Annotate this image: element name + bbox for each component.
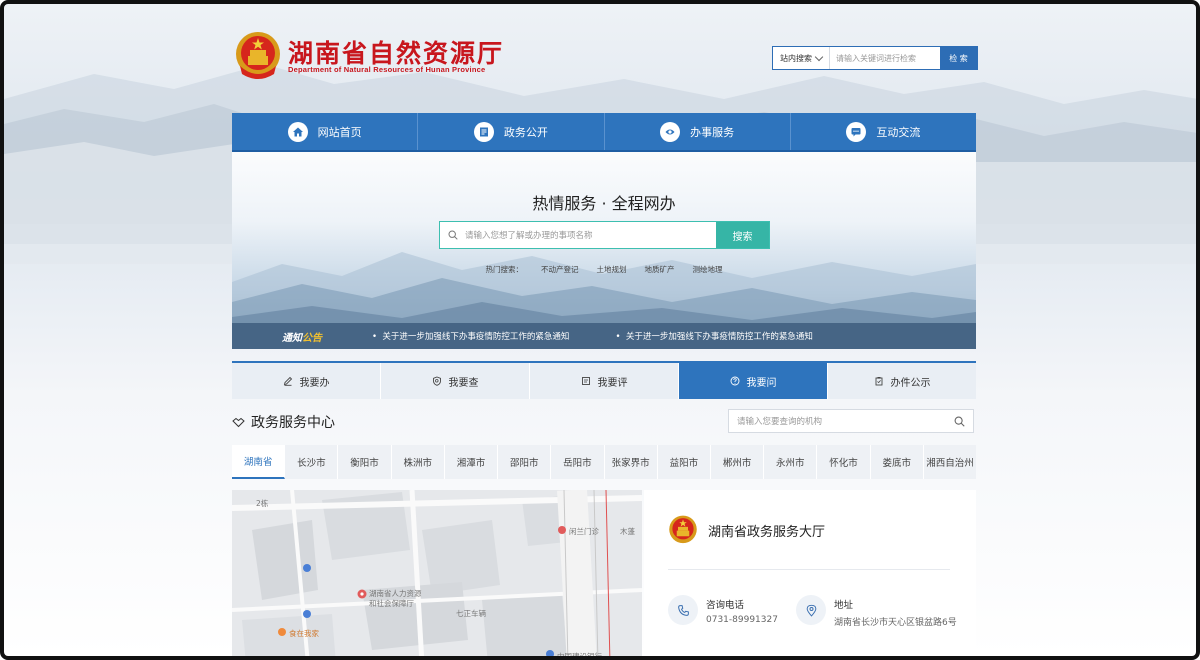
nav-item-label: 网站首页 (317, 125, 362, 139)
hero-search-placeholder: 请输入您想了解或办理的事项名称 (465, 231, 593, 241)
location-pin-icon (796, 595, 826, 625)
hero-search: 请输入您想了解或办理的事项名称 搜索 (439, 221, 770, 249)
chevron-down-icon (814, 52, 824, 61)
tab-handle[interactable]: 我要办 (232, 363, 381, 399)
nav-item-label: 政务公开 (503, 125, 548, 139)
site-search: 站内搜索 请输入关键词进行检索 检 索 (772, 46, 978, 70)
city-tab[interactable]: 衡阳市 (338, 445, 392, 479)
hot-search: 热门搜索： 不动产登记 土地规划 地质矿产 测绘地理 (232, 264, 976, 275)
map-poi-label: 七正车辆 (456, 609, 486, 618)
institution-search-input[interactable]: 请输入您要查询的机构 (728, 409, 974, 433)
map-poi-label: 中国建设银行 (557, 652, 602, 660)
nav-item-label: 办事服务 (690, 125, 735, 139)
address-label: 地址 (834, 600, 854, 611)
hall-name: 湖南省政务服务大厅 (708, 525, 826, 540)
clipboard-icon (875, 377, 882, 386)
hero-mountains (232, 252, 976, 349)
city-tab[interactable]: 怀化市 (817, 445, 871, 479)
city-tab[interactable]: 张家界市 (605, 445, 658, 479)
service-hall-card: 湖南省政务服务大厅 咨询电话 0731-89991327 地址 湖南省长沙市天心… (644, 490, 976, 656)
question-icon (730, 376, 739, 386)
city-tab[interactable]: 株洲市 (392, 445, 445, 479)
phone-value: 0731-89991327 (706, 615, 778, 625)
notice-item[interactable]: • 关于进一步加强线下办事疫情防控工作的紧急通知 (372, 330, 569, 342)
national-emblem-logo (236, 32, 280, 79)
hero-banner: 热情服务 · 全程网办 请输入您想了解或办理的事项名称 搜索 热门搜索： 不动产… (232, 152, 976, 349)
search-icon (448, 230, 458, 240)
map-poi-label: 闲兰门诊 (569, 527, 599, 536)
hot-search-link[interactable]: 地质矿产 (645, 264, 675, 275)
search-scope-label: 站内搜索 (780, 53, 812, 63)
site-subtitle: Department of Natural Resources of Hunan… (288, 65, 486, 74)
nav-item-gov-affairs[interactable]: 政务公开 (418, 113, 605, 150)
notice-label: 通知公告 (282, 332, 322, 344)
city-tab[interactable]: 湘潭市 (445, 445, 499, 479)
map-poi-label: 木蓬 (620, 527, 635, 536)
city-tabs: 湖南省 长沙市 衡阳市 株洲市 湘潭市 邵阳市 岳阳市 张家界市 益阳市 郴州市… (232, 445, 976, 479)
city-tab[interactable]: 益阳市 (658, 445, 711, 479)
document-icon (473, 121, 494, 142)
nav-item-interaction[interactable]: 互动交流 (791, 113, 976, 150)
notice-bar: 通知公告 • 关于进一步加强线下办事疫情防控工作的紧急通知 • 关于进一步加强线… (232, 323, 976, 349)
chat-icon (846, 121, 867, 142)
hot-search-link[interactable]: 土地规划 (597, 264, 627, 275)
nav-item-home[interactable]: 网站首页 (232, 113, 419, 150)
center-title: 政务服务中心 (232, 412, 335, 432)
service-tabs: 我要办 我要查 我要评 我要问 办件公示 (232, 361, 976, 399)
hero-search-button[interactable]: 搜索 (716, 222, 769, 248)
tab-query[interactable]: 我要查 (381, 363, 530, 399)
handshake-icon (232, 417, 245, 427)
hot-search-link[interactable]: 测绘地理 (693, 264, 723, 275)
hot-search-label: 热门搜索： (485, 265, 524, 274)
nav-item-services[interactable]: 办事服务 (605, 113, 791, 150)
hero-title: 热情服务 · 全程网办 (532, 194, 676, 213)
review-icon (581, 377, 590, 385)
tab-review[interactable]: 我要评 (530, 363, 679, 399)
hall-address: 地址 湖南省长沙市天心区银盆路6号 (796, 595, 957, 628)
phone-label: 咨询电话 (706, 600, 745, 611)
map-poi-label: 2栋 (256, 499, 269, 508)
city-tab[interactable]: 岳阳市 (551, 445, 605, 479)
pen-icon (283, 376, 292, 386)
city-tab[interactable]: 郴州市 (711, 445, 765, 479)
main-nav: 网站首页 政务公开 办事服务 互动交流 (232, 113, 976, 152)
tab-publicity[interactable]: 办件公示 (828, 363, 976, 399)
browser-frame: 湖南省自然资源厅 Department of Natural Resources… (0, 0, 1200, 660)
hot-search-link[interactable]: 不动产登记 (541, 264, 579, 275)
city-tab[interactable]: 邵阳市 (498, 445, 552, 479)
nav-item-label: 互动交流 (876, 125, 921, 139)
divider (668, 569, 950, 570)
search-icon[interactable] (954, 416, 965, 427)
home-icon (287, 121, 308, 142)
city-tab[interactable]: 长沙市 (285, 445, 339, 479)
city-tab[interactable]: 娄底市 (871, 445, 924, 479)
city-tab[interactable]: 湖南省 (232, 445, 286, 479)
hall-phone: 咨询电话 0731-89991327 (668, 595, 778, 625)
hero-search-input[interactable]: 请输入您想了解或办理的事项名称 (440, 222, 716, 248)
city-tab[interactable]: 湘西自治州 (924, 445, 976, 479)
tab-ask[interactable]: 我要问 (679, 363, 828, 399)
shield-search-icon (432, 376, 441, 386)
notice-item[interactable]: • 关于进一步加强线下办事疫情防控工作的紧急通知 (615, 330, 812, 342)
search-scope-select[interactable]: 站内搜索 (773, 47, 830, 69)
site-search-button[interactable]: 检 索 (940, 47, 977, 69)
address-value: 湖南省长沙市天心区银盆路6号 (834, 618, 957, 628)
city-tab[interactable]: 永州市 (764, 445, 818, 479)
institution-search-placeholder: 请输入您要查询的机构 (737, 417, 823, 427)
location-map[interactable]: 湖南省人力资源 和社会保障厅 食在我家 闲兰门诊 中国建设银行 七正车辆 木蓬 … (232, 490, 642, 660)
phone-icon (668, 595, 698, 625)
service-icon (660, 121, 681, 142)
national-emblem-icon (669, 515, 697, 544)
map-poi-label: 食在我家 (289, 629, 319, 638)
map-poi-label: 和社会保障厅 (369, 599, 414, 608)
site-search-input[interactable]: 请输入关键词进行检索 (830, 47, 940, 69)
